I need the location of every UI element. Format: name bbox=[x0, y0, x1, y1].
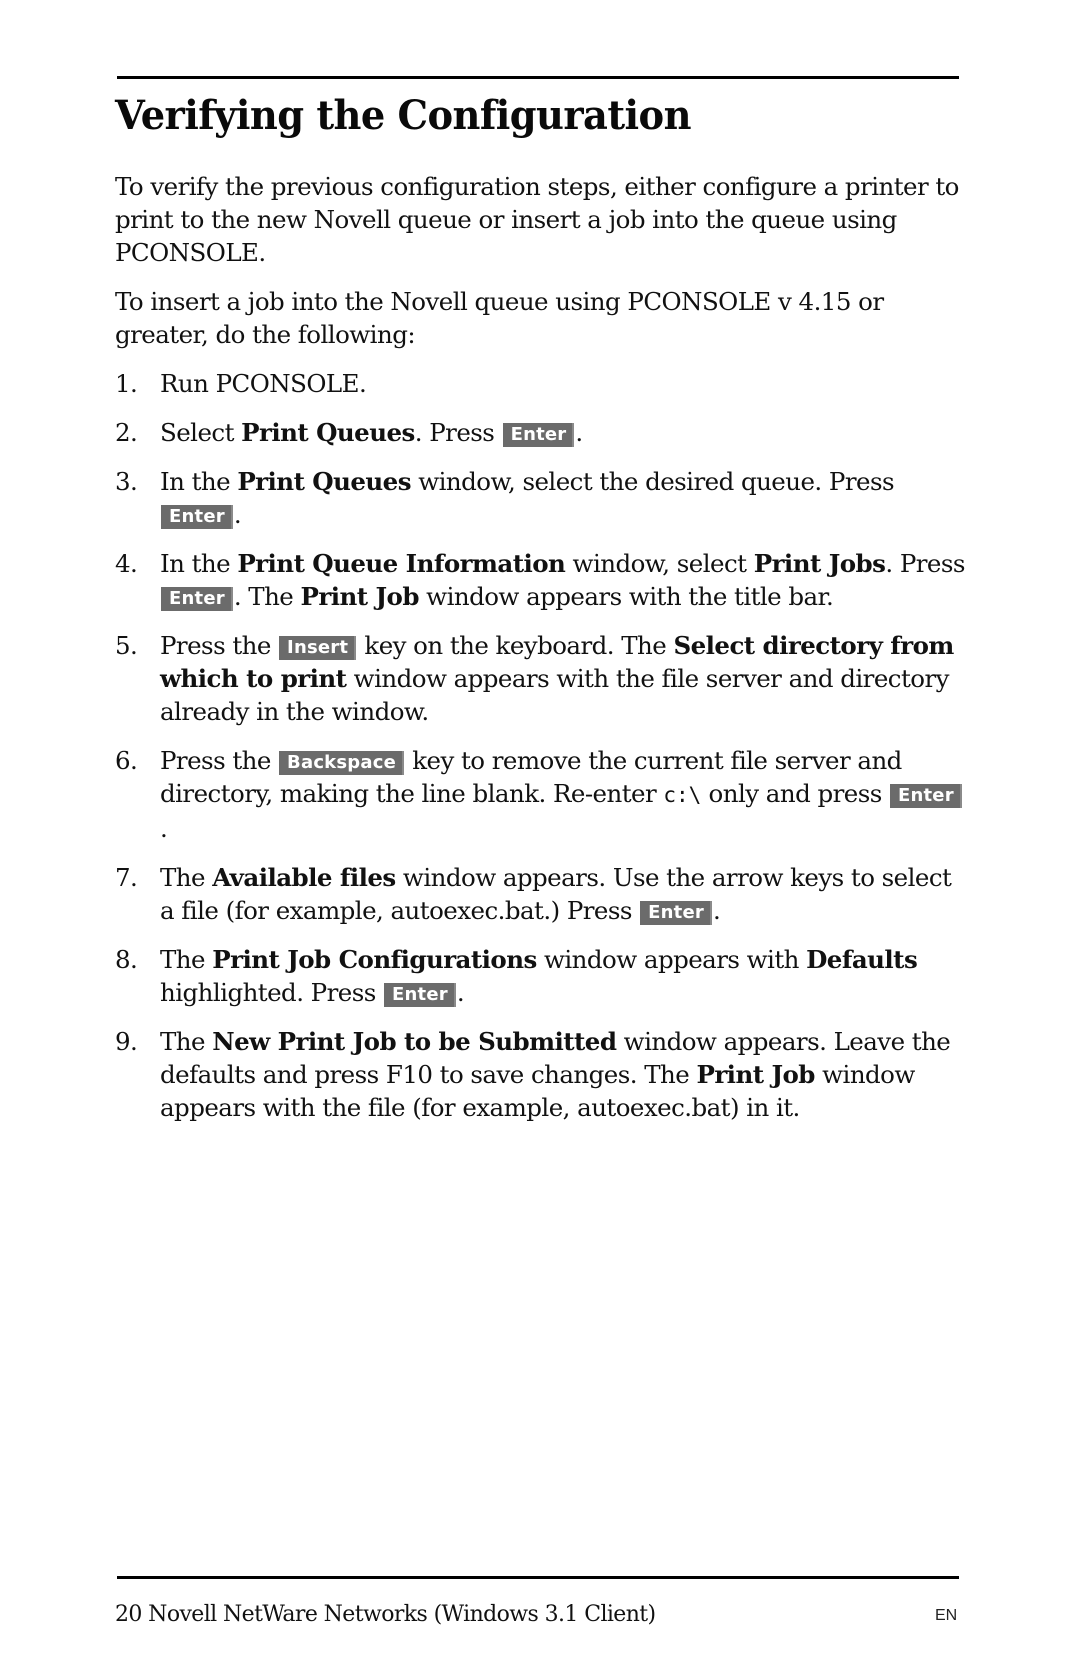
step-number: 3. bbox=[115, 467, 138, 496]
step-item: 5. Press the Insert key on the keyboard. … bbox=[115, 629, 965, 728]
keycap-enter-icon: Enter bbox=[640, 901, 712, 925]
step-text: In the Print Queue Information window, s… bbox=[160, 549, 965, 611]
step-text: The Print Job Configurations window appe… bbox=[160, 945, 918, 1007]
bold-term: New Print Job to be Submitted bbox=[212, 1027, 617, 1056]
step-number: 4. bbox=[115, 549, 138, 578]
top-rule bbox=[117, 76, 959, 79]
step-number: 9. bbox=[115, 1027, 138, 1056]
step-text: Run PCONSOLE. bbox=[160, 369, 367, 398]
page-title: Verifying the Configuration bbox=[115, 92, 692, 139]
intro-paragraph: To insert a job into the Novell queue us… bbox=[115, 287, 884, 349]
step-item: 7. The Available files window appears. Us… bbox=[115, 861, 965, 927]
code-text: c:\ bbox=[663, 783, 702, 807]
step-text: In the Print Queues window, select the d… bbox=[160, 467, 895, 529]
step-number: 1. bbox=[115, 369, 138, 398]
step-number: 5. bbox=[115, 631, 138, 660]
bold-term: Available files bbox=[212, 863, 396, 892]
step-number: 6. bbox=[115, 746, 138, 775]
step-item: 8. The Print Job Configurations window ap… bbox=[115, 943, 965, 1009]
step-item: 4. In the Print Queue Information window,… bbox=[115, 547, 965, 613]
step-number: 2. bbox=[115, 418, 138, 447]
keycap-enter-icon: Enter bbox=[161, 587, 233, 611]
body-content: To verify the previous configuration ste… bbox=[115, 170, 965, 1140]
steps-list: 1. Run PCONSOLE. 2. Select Print Queues. P… bbox=[115, 367, 965, 1124]
intro-paragraph: To verify the previous configuration ste… bbox=[115, 172, 959, 267]
step-number: 7. bbox=[115, 863, 138, 892]
step-text: The Available files window appears. Use … bbox=[160, 863, 952, 925]
bold-term: Print Job bbox=[696, 1060, 815, 1089]
keycap-enter-icon: Enter bbox=[502, 423, 575, 447]
step-item: 9. The New Print Job to be Submitted wind… bbox=[115, 1025, 965, 1124]
keycap-enter-icon: Enter bbox=[384, 983, 456, 1007]
bold-term: Defaults bbox=[806, 945, 918, 974]
keycap-enter-icon: Enter bbox=[161, 505, 233, 529]
keycap-backspace-icon: Backspace bbox=[279, 751, 404, 775]
step-text: Select Print Queues. Press Enter. bbox=[160, 418, 583, 447]
footer-rule bbox=[117, 1576, 959, 1579]
bold-term: Print Queues bbox=[237, 467, 411, 496]
step-item: 2. Select Print Queues. Press Enter. bbox=[115, 416, 965, 449]
footer-language-code: EN bbox=[935, 1607, 958, 1624]
bold-term: Print Job bbox=[300, 582, 420, 611]
step-text: Press the Backspace key to remove the cu… bbox=[160, 746, 963, 843]
bold-term: Print Queues bbox=[241, 418, 415, 447]
keycap-insert-icon: Insert bbox=[279, 636, 357, 660]
keycap-enter-icon: Enter bbox=[889, 784, 962, 808]
step-text: Press the Insert key on the keyboard. Th… bbox=[160, 631, 954, 726]
step-text: The New Print Job to be Submitted window… bbox=[160, 1027, 951, 1122]
bold-term: Print Queue Information bbox=[237, 549, 566, 578]
step-item: 1. Run PCONSOLE. bbox=[115, 367, 965, 400]
step-item: 6. Press the Backspace key to remove the … bbox=[115, 744, 965, 845]
step-number: 8. bbox=[115, 945, 138, 974]
footer-page-label: 20 Novell NetWare Networks (Windows 3.1 … bbox=[115, 1602, 656, 1627]
bold-term: Print Jobs bbox=[753, 549, 886, 578]
bold-term: Print Job Configurations bbox=[212, 945, 537, 974]
step-item: 3. In the Print Queues window, select the… bbox=[115, 465, 965, 531]
